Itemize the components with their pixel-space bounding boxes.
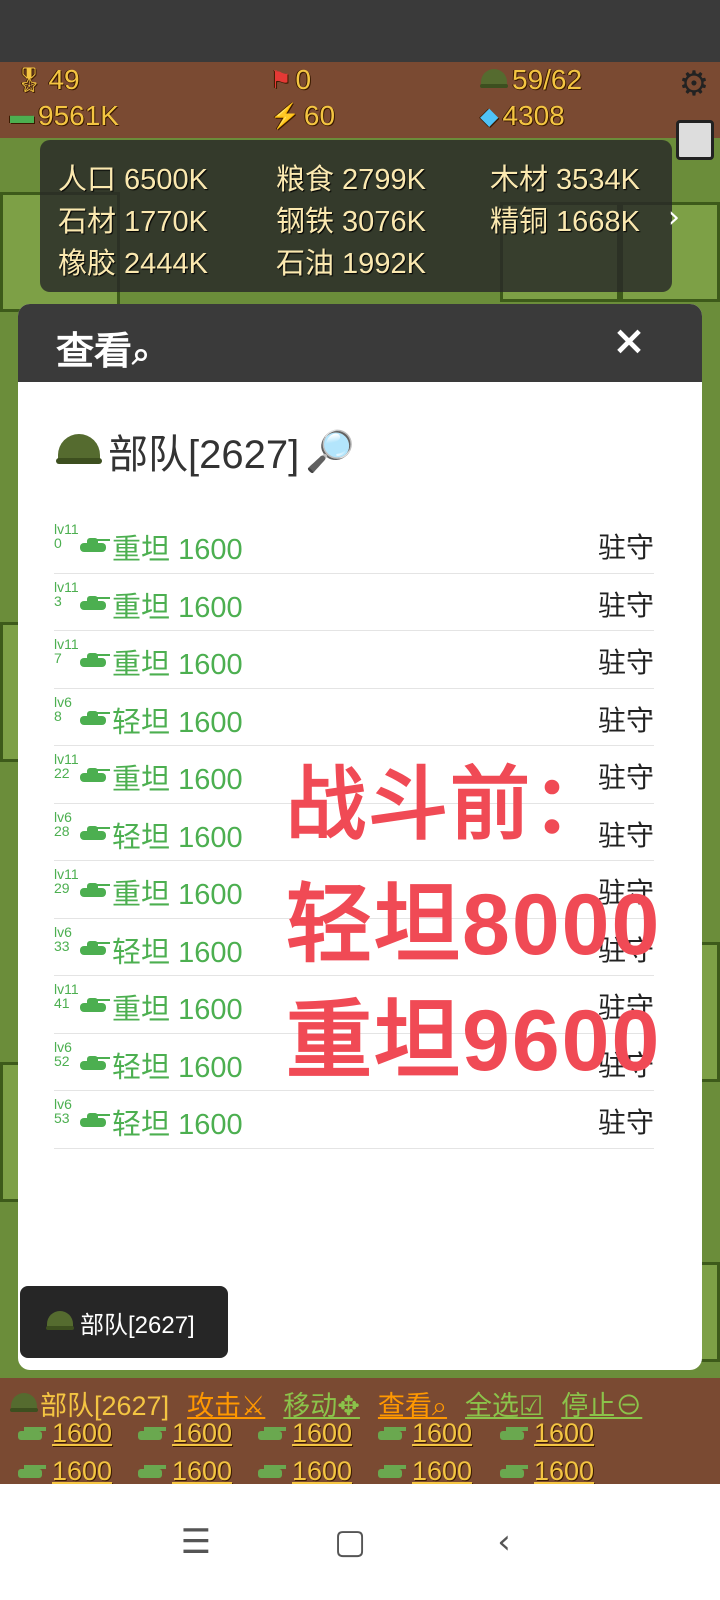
home-icon[interactable]: ▢ [320, 1512, 380, 1572]
settings-gear-icon[interactable]: ⚙ [676, 66, 712, 102]
helmet-icon [46, 1311, 74, 1333]
unit-name: 轻坦 1600 [112, 706, 243, 739]
troop-counter: 59/62 [480, 64, 582, 96]
tank-icon [138, 1464, 168, 1478]
cash-counter: ▬ 9561K [10, 100, 119, 131]
overlay-caption-line3: 重坦9600 [286, 993, 662, 1089]
modal-header: 查看⌕ × [18, 304, 702, 382]
system-nav-bar: ☰ ▢ ‹ [0, 1484, 720, 1600]
medal-icon: 🎖 [14, 66, 45, 94]
resource-food: 粮食 2799K [276, 164, 426, 196]
light-tank-icon [80, 709, 110, 725]
heavy-tank-icon [80, 536, 110, 552]
heavy-tank-icon [80, 996, 110, 1012]
tank-icon [258, 1464, 288, 1478]
tank-icon [500, 1426, 530, 1440]
unit-chip[interactable]: 1600 [258, 1456, 352, 1486]
tank-icon [18, 1426, 48, 1440]
tank-icon [138, 1426, 168, 1440]
view-modal: 查看⌕ × 部队[2627] 🔎 lv11 0 重坦 1600 驻守 lv11 3 … [18, 304, 702, 1370]
unit-chip[interactable]: 1600 [258, 1418, 352, 1448]
unit-chip[interactable]: 1600 [500, 1418, 594, 1448]
resource-wood: 木材 3534K [490, 164, 640, 196]
menu-icon[interactable]: ☰ [166, 1512, 226, 1572]
helmet-icon [10, 1392, 38, 1415]
back-icon[interactable]: ‹ [474, 1512, 534, 1572]
unit-chip[interactable]: 1600 [138, 1456, 232, 1486]
unit-chip[interactable]: 1600 [378, 1456, 472, 1486]
diamond-icon: ◆ [480, 102, 499, 130]
unit-state: 驻守 [597, 1107, 654, 1138]
light-tank-icon [80, 1111, 110, 1127]
tank-icon [500, 1464, 530, 1478]
unit-row[interactable]: lv11 3 重坦 1600 驻守 [54, 574, 654, 631]
helmet-icon [56, 434, 102, 468]
close-button[interactable]: × [606, 318, 652, 364]
light-tank-icon [80, 824, 110, 840]
unit-name: 重坦 1600 [112, 764, 243, 796]
helmet-icon [480, 69, 508, 91]
unit-chip[interactable]: 1600 [500, 1456, 594, 1486]
search-icon: ⌕ [132, 335, 150, 371]
unit-row[interactable]: lv6 8 轻坦 1600 驻守 [54, 689, 654, 746]
unit-state: 驻守 [597, 589, 654, 621]
unit-name: 重坦 1600 [112, 591, 243, 624]
modal-title: 查看⌕ [56, 331, 150, 373]
unit-row[interactable]: lv6 53 轻坦 1600 驻守 [54, 1091, 654, 1149]
toast-message: 部队[2627] [20, 1286, 228, 1358]
heavy-tank-icon [80, 651, 110, 667]
top-hud: 🎖 49 ⚑ 0 59/62 ▬ 9561K ⚡ 60 ◆ 4308 [0, 62, 720, 138]
lightning-icon: ⚡ [270, 102, 300, 130]
magnifier-icon: 🔎 [305, 429, 356, 474]
unit-name: 轻坦 1600 [112, 1109, 243, 1141]
tank-icon [378, 1426, 408, 1440]
map-icon[interactable] [676, 120, 714, 160]
tank-icon [258, 1426, 288, 1440]
unit-row[interactable]: lv11 7 重坦 1600 驻守 [54, 631, 654, 689]
unit-state: 驻守 [597, 704, 654, 736]
tank-icon [18, 1464, 48, 1478]
resource-rubber: 橡胶 2444K [58, 248, 208, 280]
energy-counter: ⚡ 60 [270, 100, 336, 131]
medal-counter: 🎖 49 [14, 64, 80, 95]
status-bar [0, 0, 720, 62]
unit-name: 重坦 1600 [112, 534, 243, 566]
resource-stone: 石材 1770K [58, 206, 208, 238]
unit-chip[interactable]: 1600 [18, 1418, 112, 1448]
heavy-tank-icon [80, 766, 110, 782]
light-tank-icon [80, 939, 110, 955]
unit-chip[interactable]: 1600 [378, 1418, 472, 1448]
overlay-caption-line1: 战斗前： [286, 760, 614, 849]
unit-state: 驻守 [597, 647, 654, 678]
troop-section-title: 部队[2627] 🔎 [56, 422, 355, 480]
unit-chip[interactable]: 1600 [138, 1418, 232, 1448]
resource-oil: 石油 1992K [276, 248, 426, 280]
tank-icon [378, 1464, 408, 1478]
heavy-tank-icon [80, 881, 110, 897]
resource-steel: 钢铁 3076K [276, 206, 426, 238]
cash-icon: ▬ [10, 102, 34, 129]
heavy-tank-icon [80, 594, 110, 610]
unit-name: 轻坦 1600 [112, 936, 243, 969]
resource-population: 人口 6500K [58, 164, 208, 196]
gem-counter: ◆ 4308 [480, 100, 565, 131]
unit-name: 轻坦 1600 [112, 821, 243, 854]
unit-state: 驻守 [597, 532, 654, 563]
flag-counter: ⚑ 0 [270, 64, 312, 95]
resource-panel: 人口 6500K 粮食 2799K 木材 3534K 石材 1770K 钢铁 3… [40, 140, 672, 292]
flag-icon: ⚑ [270, 66, 292, 94]
overlay-caption-line2: 轻坦8000 [286, 877, 662, 973]
unit-name: 重坦 1600 [112, 879, 243, 911]
light-tank-icon [80, 1054, 110, 1070]
unit-chip[interactable]: 1600 [18, 1456, 112, 1486]
unit-row[interactable]: lv11 0 重坦 1600 驻守 [54, 516, 654, 574]
unit-name: 重坦 1600 [112, 994, 243, 1026]
bottom-action-bar: 部队[2627] 攻击⚔ 移动✥ 查看⌕ 全选☑ 停止⊖ 1600 1600 1… [0, 1378, 720, 1486]
chevron-right-icon[interactable]: › [668, 200, 680, 235]
unit-name: 重坦 1600 [112, 649, 243, 681]
resource-copper: 精铜 1668K [490, 206, 640, 238]
unit-name: 轻坦 1600 [112, 1051, 243, 1084]
